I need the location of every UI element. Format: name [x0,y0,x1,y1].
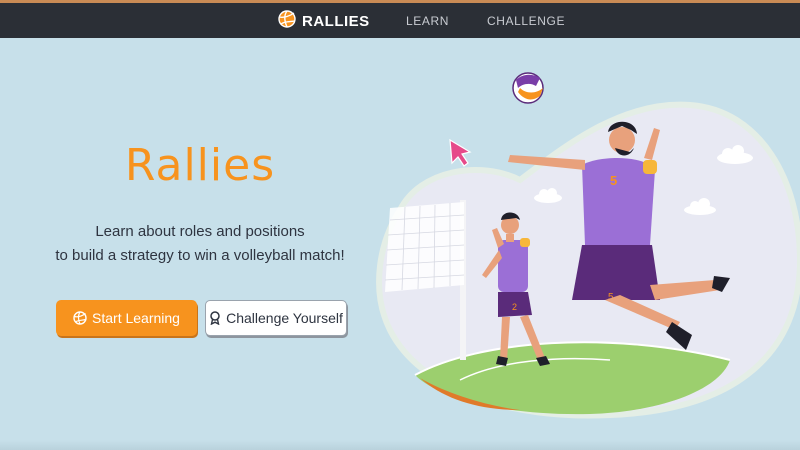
hero-title: Rallies [124,140,276,191]
brand-name: RALLIES [302,12,370,30]
pointer-cursor-icon [449,138,472,167]
nav-link-challenge[interactable]: CHALLENGE [487,14,565,28]
back-player-number: 2 [512,302,517,312]
hero-subtitle-line-2: to build a strategy to win a volleyball … [55,247,345,264]
navbar: RALLIES LEARN CHALLENGE [0,0,800,38]
hero-subtitle-line-1: Learn about roles and positions [95,223,305,240]
challenge-yourself-label: Challenge Yourself [226,310,343,326]
volleyball-icon [278,10,296,32]
volleyball-icon [73,311,87,325]
brand-link[interactable]: RALLIES [278,10,370,32]
start-learning-button[interactable]: Start Learning [56,300,197,336]
challenge-yourself-button[interactable]: Challenge Yourself [205,300,347,336]
front-player-number: 5 [610,173,617,188]
award-icon [209,311,221,325]
start-learning-label: Start Learning [92,310,180,326]
volleyball-illustration: 2 5 5 [360,60,800,429]
volleyball-icon [512,72,544,104]
bottom-fade [0,440,800,450]
nav-link-learn[interactable]: LEARN [406,14,449,28]
